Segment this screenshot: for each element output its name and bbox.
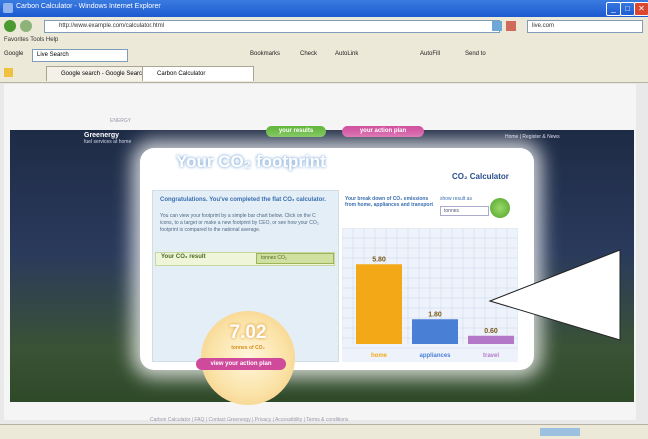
maximize-button[interactable]: □ [620,2,635,16]
google-toolbar: Google Live Search Bookmarks Check AutoL… [0,46,648,65]
toolbar-autolink[interactable]: AutoLink [335,51,358,57]
stop-icon[interactable] [506,21,516,31]
forward-icon[interactable] [20,20,32,32]
top-links[interactable]: Home | Register & News [505,134,560,140]
bar-value-label: 5.80 [372,256,386,263]
brand-logo[interactable]: Greenergy fuel services at home [84,132,131,145]
page-footer[interactable]: Carbon Calculator | FAQ | Contact Greene… [150,417,348,423]
chart-title: Your break down of CO₂ emissions from ho… [345,196,434,208]
view-action-plan-button[interactable]: view your action plan [196,358,286,370]
toolbar-check[interactable]: Check [300,51,317,57]
page-title: Your CO₂ footprint [176,152,326,171]
web-search-input[interactable]: live.com [527,20,643,33]
window-title: Carbon Calculator - Windows Internet Exp… [16,3,161,10]
ie-icon [3,3,13,13]
menu-text[interactable]: Favorites Tools Help [4,37,58,43]
google-logo: Google [4,51,24,57]
category-label: appliances [419,353,451,359]
tab-bar: Google search - Google Search Carbon Cal… [0,64,648,83]
result-unit-select[interactable]: tonnes CO₂ [256,253,334,264]
window-title-bar: Carbon Calculator - Windows Internet Exp… [0,0,648,17]
back-icon[interactable] [4,20,16,32]
category-label: travel [483,353,499,359]
bar-value-label: 1.80 [428,311,442,318]
toolbar-send-to[interactable]: Send to [465,51,486,57]
status-bar [0,424,648,439]
result-label: Your CO₂ result [161,254,206,260]
brand-name: Greenergy [84,132,120,139]
bar-home [356,264,402,344]
total-footprint-unit: tonnes of CO₂ [231,345,265,351]
internet-zone-indicator [540,428,580,436]
tab-carbon-calculator[interactable]: Carbon Calculator [142,66,254,81]
calculator-logo: CO₂ Calculator [452,172,509,181]
header-small-text: ENERGY [110,118,132,124]
tab-your-results[interactable]: your results [266,126,326,137]
minimize-button[interactable]: _ [606,2,621,16]
menu-bar: Favorites Tools Help [0,35,648,46]
congrats-text: Congratulations. You've completed the fl… [160,197,326,203]
tab-your-action-plan[interactable]: your action plan [342,126,424,137]
bar-value-label: 0.60 [484,328,498,335]
bar-travel [468,335,514,344]
tab-google-search[interactable]: Google search - Google Search [46,66,154,81]
brand-tagline: fuel services at home [84,139,132,145]
address-input[interactable]: http://www.example.com/calculator.html [44,20,500,33]
show-result-label: show result as [440,196,472,202]
favorites-star-icon[interactable] [4,68,13,77]
category-label: home [371,353,388,359]
close-button[interactable]: ✕ [634,2,648,16]
address-toolbar: http://www.example.com/calculator.html l… [0,17,648,36]
toolbar-bookmarks[interactable]: Bookmarks [250,51,280,57]
refresh-icon[interactable] [492,21,502,31]
description-text: You can view your footprint by a simple … [160,213,319,233]
footprint-bar-chart: 5.80 home 1.80 appliances 0.60 travel [342,228,518,362]
result-unit-dropdown[interactable]: tonnes [440,206,489,216]
google-search-input[interactable]: Live Search [32,49,128,62]
total-footprint-value: 7.02 [229,322,267,343]
go-button[interactable] [490,198,510,218]
toolbar-autofill[interactable]: AutoFill [420,51,440,57]
bar-appliances [412,319,458,344]
